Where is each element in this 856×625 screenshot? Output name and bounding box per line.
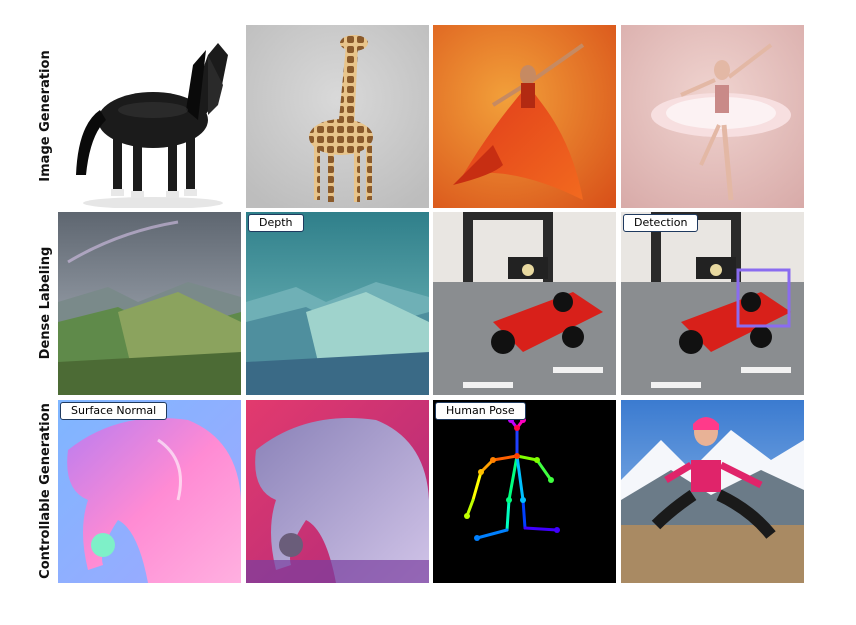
image-dancer <box>433 25 616 208</box>
image-human-pose: Human Pose <box>433 400 616 583</box>
tag-depth: Depth <box>248 214 304 232</box>
image-race-car <box>433 212 616 395</box>
image-mountains <box>58 212 241 395</box>
image-ballerina <box>621 25 804 208</box>
row-label-controllable-generation: Controllable Generation <box>38 403 53 579</box>
tag-human-pose: Human Pose <box>435 402 526 420</box>
image-giraffe <box>246 25 429 208</box>
image-horse <box>58 25 241 208</box>
row-label-dense-labeling: Dense Labeling <box>38 246 53 360</box>
row-label-image-generation: Image Generation <box>38 50 53 182</box>
tag-surface-normal: Surface Normal <box>60 402 168 420</box>
image-jumping-woman <box>621 400 804 583</box>
image-surface-normal: Surface Normal <box>58 400 241 583</box>
tag-detection: Detection <box>623 214 699 232</box>
image-elephant <box>246 400 429 583</box>
image-race-car-detection: Detection <box>621 212 804 395</box>
image-depth-map: Depth <box>246 212 429 395</box>
